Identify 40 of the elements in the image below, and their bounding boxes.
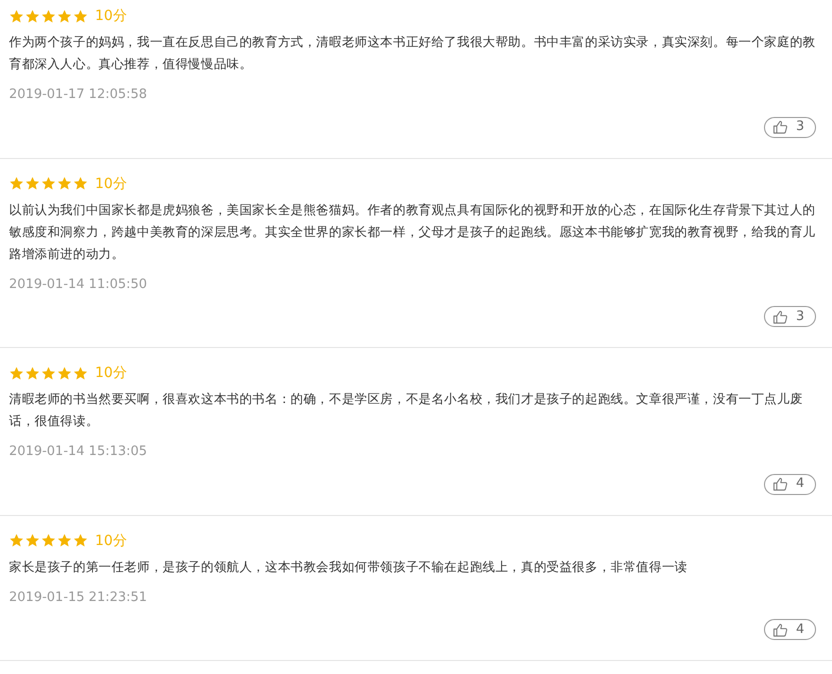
review-text: 以前认为我们中国家长都是虎妈狼爸，美国家长全是熊爸猫妈。作者的教育观点具有国际化的视野和开放的心态，在国际化生存背景下其过人的敏感度和洞察力，跨越中美教育的深层思考。其实全世界的家长都一样，父母才是孩子的起跑线。愿这本书能够扩宽我的教育视野，给我的育儿路增添前进的动力。: [9, 200, 816, 262]
star-icon: [25, 533, 40, 548]
thumbs-up-icon: [773, 120, 788, 134]
star-icon: [73, 176, 88, 191]
star-icon: [57, 8, 72, 24]
star-icon: [9, 366, 24, 380]
star-icon: [9, 8, 24, 24]
score: 10分: [95, 174, 127, 192]
review-date: 2019-01-14 11:05:50: [9, 276, 148, 294]
thumbs-up-icon: [773, 622, 788, 636]
star-icon: [41, 533, 56, 548]
star-icon: [57, 176, 72, 191]
review-date: 2019-01-15 21:23:51: [9, 588, 148, 606]
score: 10分: [95, 7, 127, 25]
star-icon: [73, 533, 88, 548]
score: 10分: [95, 532, 127, 550]
score: 10分: [95, 364, 127, 382]
star-icon: [57, 366, 72, 380]
star-icon: [41, 366, 56, 380]
review-date: 2019-01-17 12:05:58: [9, 86, 148, 104]
star-icon: [57, 533, 72, 548]
thumbs-up-icon: [773, 477, 788, 491]
star-icon: [73, 366, 88, 380]
star-icon: [25, 366, 40, 380]
star-icon: [41, 8, 56, 24]
review-text: 清暇老师的书当然要买啊，很喜欢这本书的书名：的确，不是学区房，不是名小名校，我们才是孩子的起跑线。文章很严谨，没有一丁点儿废话，很值得读。: [9, 390, 804, 430]
star-icon: [41, 176, 56, 191]
review-text: 家长是孩子的第一任老师，是孩子的领航人，这本书教会我如何带领孩子不输在起跑线上，真的受益很多，非常值得一读: [9, 558, 688, 576]
star-icon: [73, 8, 88, 24]
star-icon: [9, 533, 24, 548]
review-date: 2019-01-14 15:13:05: [9, 443, 148, 461]
like-button[interactable]: 3: [764, 306, 816, 327]
like-button[interactable]: 3: [764, 116, 816, 138]
thumbs-up-icon: [773, 310, 788, 324]
like-button[interactable]: 4: [764, 474, 816, 494]
star-icon: [9, 176, 24, 191]
like-button[interactable]: 4: [764, 619, 816, 640]
star-icon: [25, 8, 40, 24]
star-icon: [25, 176, 40, 191]
review-text: 作为两个孩子的妈妈，我一直在反思自己的教育方式，清暇老师这本书正好给了我很大帮助。书中丰富的采访实录，真实深刻。每一个家庭的教育都深入人心。真心推荐，值得慢慢品味。: [9, 33, 816, 73]
